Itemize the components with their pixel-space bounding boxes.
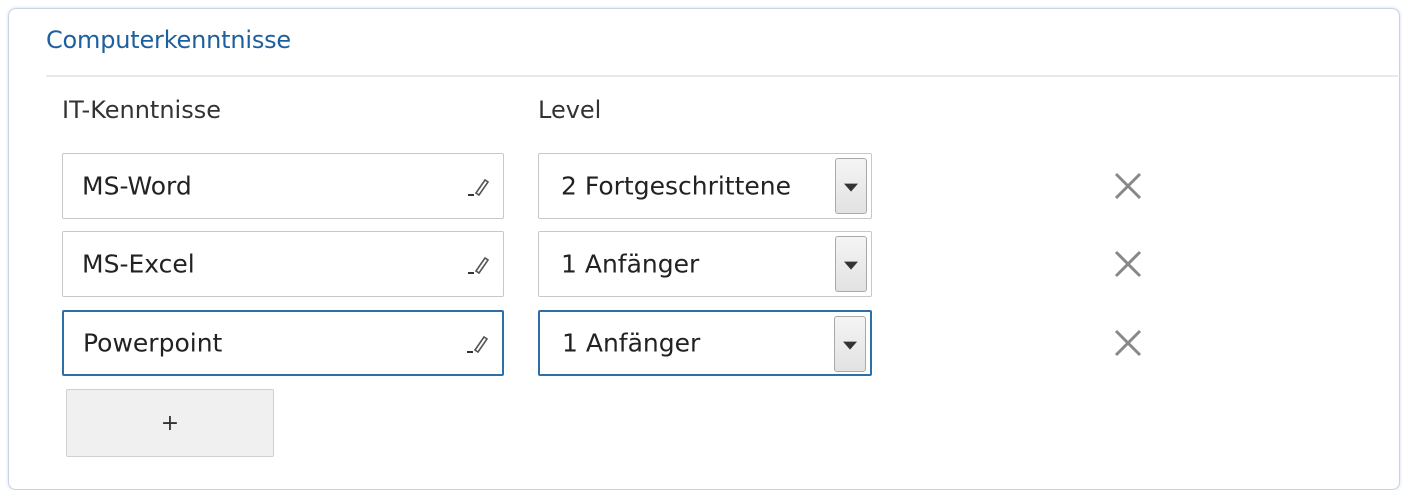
skill-input[interactable]: Powerpoint xyxy=(62,310,504,376)
section-title: Computerkenntnisse xyxy=(46,26,292,54)
pencil-icon[interactable] xyxy=(465,251,491,277)
level-dropdown-button[interactable] xyxy=(835,236,867,292)
level-dropdown-button[interactable] xyxy=(834,316,866,372)
level-dropdown-button[interactable] xyxy=(835,158,867,214)
chevron-down-icon xyxy=(844,261,858,270)
skill-row: MS-Word 2 Fortgeschrittene xyxy=(0,153,1408,221)
close-icon[interactable] xyxy=(1110,246,1146,282)
level-select[interactable]: 2 Fortgeschrittene xyxy=(538,153,872,219)
level-select-value: 2 Fortgeschrittene xyxy=(561,171,792,201)
skill-input-value: MS-Word xyxy=(82,171,192,201)
skill-input[interactable]: MS-Excel xyxy=(62,231,504,297)
close-icon[interactable] xyxy=(1110,168,1146,204)
pencil-icon[interactable] xyxy=(465,173,491,199)
skill-row: Powerpoint 1 Anfänger xyxy=(0,310,1408,378)
level-select-value: 1 Anfänger xyxy=(562,328,701,358)
level-select[interactable]: 1 Anfänger xyxy=(538,310,872,376)
column-header-level: Level xyxy=(538,96,602,124)
skill-input-value: MS-Excel xyxy=(82,249,195,279)
skill-input-value: Powerpoint xyxy=(83,328,223,358)
add-skill-button[interactable]: + xyxy=(66,389,274,457)
skill-row: MS-Excel 1 Anfänger xyxy=(0,231,1408,299)
skill-input[interactable]: MS-Word xyxy=(62,153,504,219)
title-divider xyxy=(46,75,1398,77)
chevron-down-icon xyxy=(843,341,857,350)
level-select[interactable]: 1 Anfänger xyxy=(538,231,872,297)
pencil-icon[interactable] xyxy=(464,330,490,356)
level-select-value: 1 Anfänger xyxy=(561,249,700,279)
close-icon[interactable] xyxy=(1110,325,1146,361)
chevron-down-icon xyxy=(844,183,858,192)
column-header-it-skills: IT-Kenntnisse xyxy=(62,96,221,124)
